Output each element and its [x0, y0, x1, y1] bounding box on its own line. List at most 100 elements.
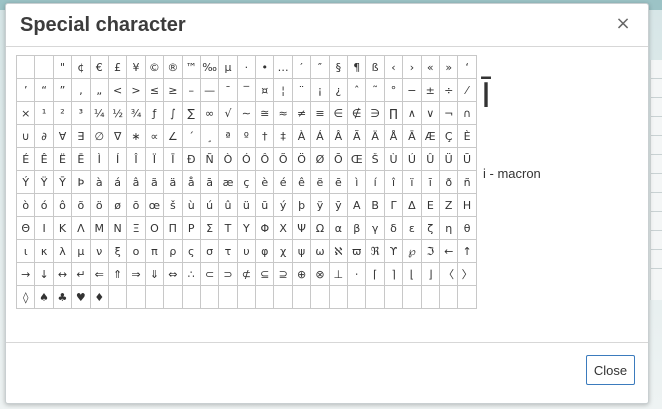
character-cell[interactable]: Ñ	[199, 147, 220, 171]
character-cell[interactable]: …	[273, 55, 293, 79]
character-cell[interactable]: ¡	[310, 78, 330, 102]
character-cell[interactable]: «	[420, 55, 440, 79]
character-cell[interactable]: •	[255, 55, 275, 79]
character-cell[interactable]: Â	[328, 124, 349, 148]
character-cell[interactable]: Õ	[273, 147, 293, 171]
character-cell[interactable]: †	[255, 124, 275, 148]
character-cell[interactable]: ≤	[144, 78, 165, 102]
character-cell[interactable]: ♦	[89, 285, 109, 309]
character-cell[interactable]: Ι	[34, 216, 54, 240]
character-cell[interactable]: Å	[383, 124, 404, 148]
character-cell[interactable]: ¾	[126, 101, 146, 125]
character-cell[interactable]: Ð	[181, 147, 201, 171]
character-cell[interactable]: ♥	[71, 285, 91, 309]
character-cell[interactable]: š	[163, 193, 183, 217]
character-cell[interactable]: ⌉	[383, 262, 404, 286]
character-cell[interactable]: ¤	[255, 78, 275, 102]
character-cell[interactable]: μ	[71, 239, 91, 263]
close-button[interactable]: Close	[586, 355, 635, 385]
character-cell[interactable]: ∉	[347, 101, 367, 125]
character-cell[interactable]: Œ	[347, 147, 367, 171]
character-cell[interactable]: ã	[144, 170, 165, 194]
character-cell[interactable]: “	[34, 78, 54, 102]
character-cell[interactable]: ï	[402, 170, 422, 194]
character-cell[interactable]: ≥	[163, 78, 183, 102]
character-cell[interactable]: õ	[71, 193, 91, 217]
character-cell[interactable]: 〉	[457, 262, 477, 286]
character-cell[interactable]: ↓	[34, 262, 54, 286]
character-cell[interactable]: ¥	[126, 55, 146, 79]
character-cell[interactable]: ý	[273, 193, 293, 217]
character-cell[interactable]: Μ	[89, 216, 109, 240]
character-cell[interactable]: Þ	[71, 170, 91, 194]
character-cell[interactable]: Ε	[420, 193, 440, 217]
character-cell[interactable]: ö	[89, 193, 109, 217]
character-cell[interactable]: ¨	[291, 78, 312, 102]
character-cell[interactable]: è	[255, 170, 275, 194]
character-cell[interactable]: ∏	[383, 101, 404, 125]
character-cell[interactable]: §	[328, 55, 349, 79]
character-cell[interactable]: ϖ	[347, 239, 367, 263]
character-cell[interactable]: ↵	[71, 262, 91, 286]
character-cell[interactable]: γ	[365, 216, 385, 240]
character-cell[interactable]: ⊗	[310, 262, 330, 286]
character-cell[interactable]: −	[402, 78, 422, 102]
character-cell[interactable]: ∩	[457, 101, 477, 125]
character-cell[interactable]: Ō	[328, 147, 349, 171]
character-cell[interactable]: Ν	[107, 216, 128, 240]
character-cell[interactable]: ∨	[420, 101, 440, 125]
character-cell[interactable]: Ξ	[126, 216, 146, 240]
character-cell[interactable]: Ô	[255, 147, 275, 171]
character-cell[interactable]: ∀	[52, 124, 73, 148]
character-cell[interactable]: ³	[71, 101, 91, 125]
character-cell[interactable]: â	[126, 170, 146, 194]
character-cell[interactable]: ë	[310, 170, 330, 194]
character-cell[interactable]: à	[89, 170, 109, 194]
character-cell[interactable]: →	[15, 262, 36, 286]
character-cell[interactable]: ⌊	[402, 262, 422, 286]
character-cell[interactable]: ∞	[199, 101, 220, 125]
character-cell[interactable]: þ	[291, 193, 312, 217]
character-cell[interactable]: ⇒	[126, 262, 146, 286]
character-cell[interactable]: Ο	[144, 216, 165, 240]
character-cell[interactable]: Ÿ	[34, 170, 54, 194]
character-cell[interactable]: ȳ	[328, 193, 349, 217]
character-cell[interactable]: Ë	[52, 147, 73, 171]
character-cell[interactable]: ⊥	[328, 262, 349, 286]
character-cell[interactable]: Ï	[144, 147, 165, 171]
character-cell[interactable]: ⇑	[107, 262, 128, 286]
character-cell[interactable]: Ā	[402, 124, 422, 148]
character-cell[interactable]: ⁄	[457, 78, 477, 102]
character-cell[interactable]: ÿ	[310, 193, 330, 217]
character-cell[interactable]: ¦	[273, 78, 293, 102]
character-cell[interactable]: ”	[52, 78, 73, 102]
character-cell[interactable]: Ú	[402, 147, 422, 171]
character-cell[interactable]: 〈	[438, 262, 459, 286]
character-cell[interactable]: >	[126, 78, 146, 102]
character-cell[interactable]: Ø	[310, 147, 330, 171]
character-cell[interactable]: ©	[144, 55, 165, 79]
character-cell[interactable]: φ	[255, 239, 275, 263]
character-cell[interactable]: –	[181, 78, 201, 102]
character-cell[interactable]: á	[107, 170, 128, 194]
character-cell[interactable]: ∠	[163, 124, 183, 148]
character-cell[interactable]: ē	[328, 170, 349, 194]
character-cell[interactable]: ∗	[126, 124, 146, 148]
character-cell[interactable]: É	[15, 147, 36, 171]
character-cell[interactable]: ψ	[291, 239, 312, 263]
character-cell[interactable]: ™	[181, 55, 201, 79]
character-cell[interactable]: σ	[199, 239, 220, 263]
character-cell[interactable]: À	[291, 124, 312, 148]
character-cell[interactable]: ∧	[402, 101, 422, 125]
character-cell[interactable]: ×	[15, 101, 36, 125]
character-cell[interactable]: κ	[34, 239, 54, 263]
character-cell[interactable]: ζ	[420, 216, 440, 240]
character-cell[interactable]: ù	[181, 193, 201, 217]
character-cell[interactable]: Ç	[438, 124, 459, 148]
character-cell[interactable]: ±	[420, 78, 440, 102]
close-icon[interactable]: ×	[612, 13, 634, 35]
character-cell[interactable]: ¯	[218, 78, 238, 102]
character-cell[interactable]: Î	[126, 147, 146, 171]
character-cell[interactable]: Θ	[15, 216, 36, 240]
character-cell[interactable]: ◊	[15, 285, 36, 309]
